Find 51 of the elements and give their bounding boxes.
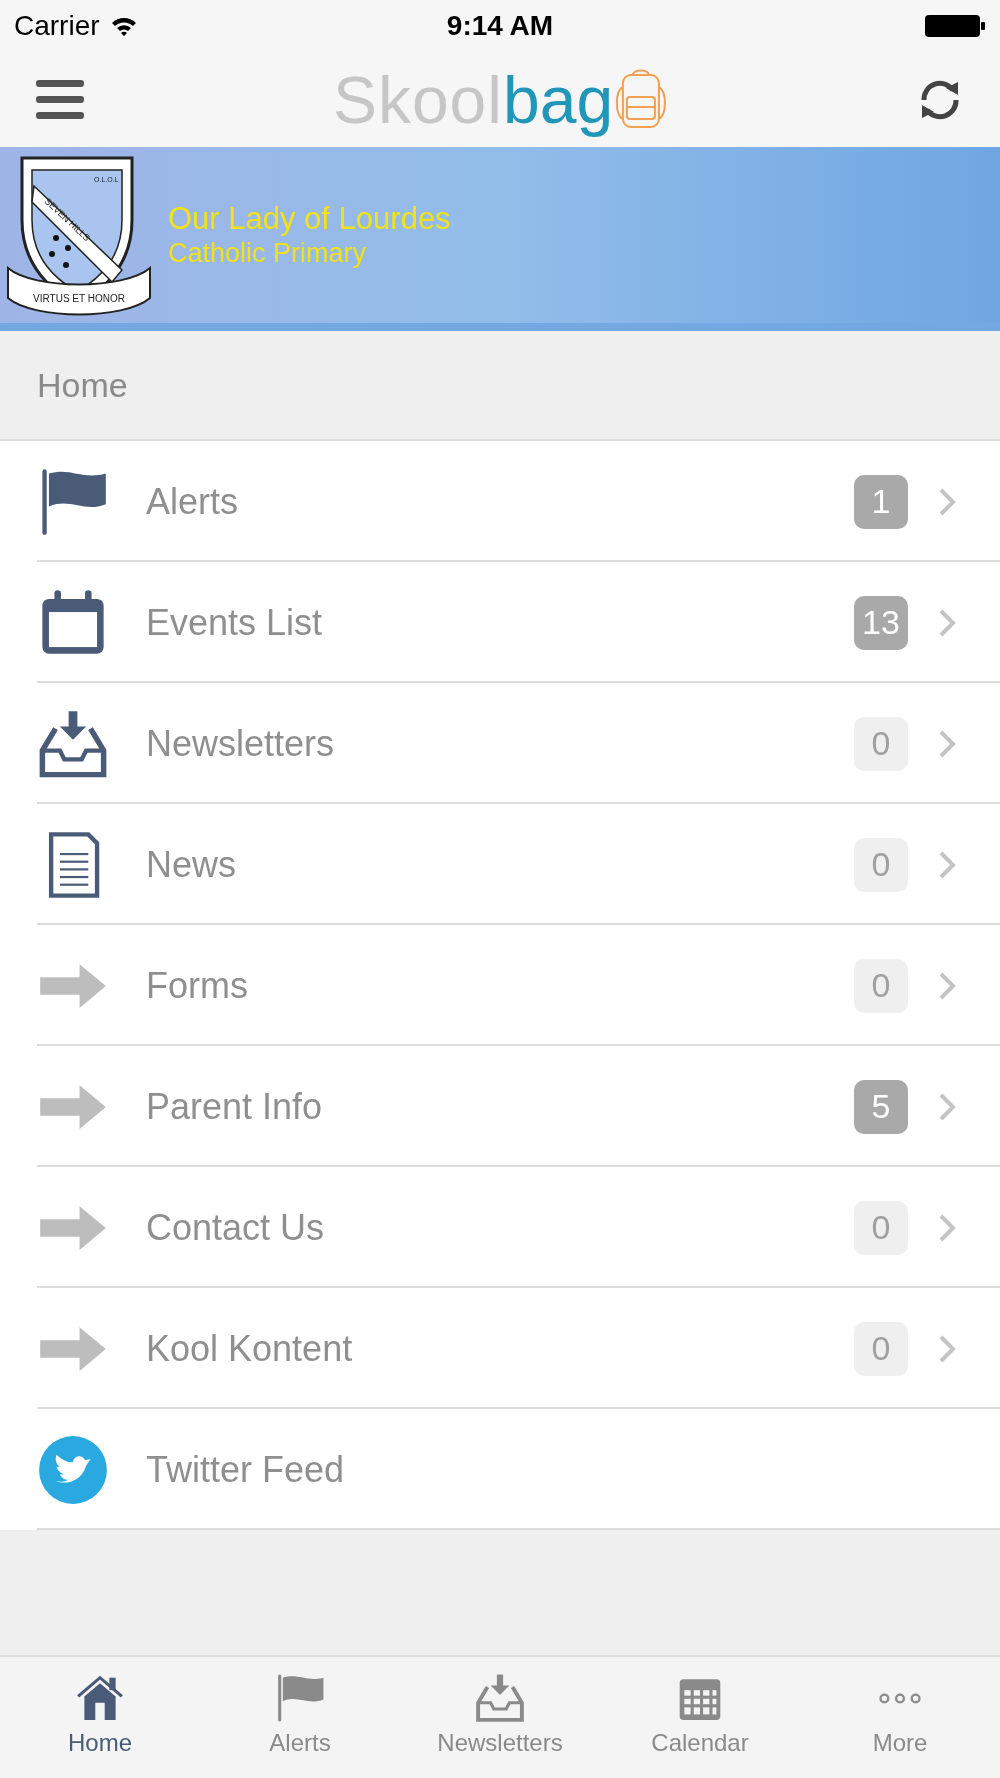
chevron-icon — [938, 1212, 956, 1243]
chevron-icon — [938, 1091, 956, 1122]
menu-label: News — [146, 842, 237, 887]
menu-row[interactable]: Parent Info 5 — [0, 1046, 1000, 1167]
count-badge: 0 — [854, 716, 908, 771]
menu-row[interactable]: Twitter Feed — [0, 1409, 1000, 1530]
chevron-icon — [938, 970, 956, 1001]
tab-item[interactable]: Alerts — [200, 1657, 400, 1778]
menu-row[interactable]: Newsletters 0 — [0, 683, 1000, 804]
menu-row[interactable]: Forms 0 — [0, 925, 1000, 1046]
menu-label: Twitter Feed — [146, 1447, 345, 1492]
menu-label: Newsletters — [146, 721, 335, 766]
clock-time: 9:14 AM — [446, 9, 554, 43]
home-icon — [75, 1673, 125, 1723]
count-badge: 5 — [854, 1079, 908, 1134]
count-badge: 13 — [854, 595, 908, 650]
menu-row[interactable]: News 0 — [0, 804, 1000, 925]
school-type: Catholic Primary — [168, 237, 368, 269]
menu-row[interactable]: Events List 13 — [0, 562, 1000, 683]
menu-label: Forms — [146, 963, 248, 1008]
chevron-icon — [938, 607, 956, 638]
count-badge: 0 — [854, 1321, 908, 1376]
menu-label: Alerts — [146, 479, 239, 524]
menu-icon[interactable] — [36, 77, 84, 122]
count-badge: 0 — [854, 1200, 908, 1255]
count-badge: 0 — [854, 958, 908, 1013]
tab-item[interactable]: More — [800, 1657, 1000, 1778]
flag-icon — [275, 1673, 325, 1723]
count-badge: 0 — [854, 837, 908, 892]
menu-row[interactable]: Kool Kontent 0 — [0, 1288, 1000, 1409]
menu-label: Events List — [146, 600, 323, 645]
carrier-label: Carrier — [14, 9, 100, 43]
menu-row[interactable]: Alerts 1 — [0, 441, 1000, 562]
bird-icon — [38, 1434, 108, 1505]
menu-label: Kool Kontent — [146, 1326, 353, 1371]
chevron-icon — [938, 728, 956, 759]
chevron-icon — [938, 486, 956, 517]
school-name: Our Lady of Lourdes — [168, 201, 451, 237]
chevron-icon — [938, 1333, 956, 1364]
menu-label: Parent Info — [146, 1084, 323, 1129]
inbox-icon — [475, 1673, 525, 1723]
count-badge: 1 — [854, 474, 908, 529]
menu-row[interactable]: Contact Us 0 — [0, 1167, 1000, 1288]
section-header: Home — [37, 364, 128, 406]
inbox-icon — [38, 708, 108, 779]
tab-item[interactable]: Newsletters — [400, 1657, 600, 1778]
menu-label: Contact Us — [146, 1205, 325, 1250]
chevron-icon — [938, 849, 956, 880]
tab-item[interactable]: Calendar — [600, 1657, 800, 1778]
tab-item[interactable]: Home — [0, 1657, 200, 1778]
battery-icon — [924, 14, 986, 38]
